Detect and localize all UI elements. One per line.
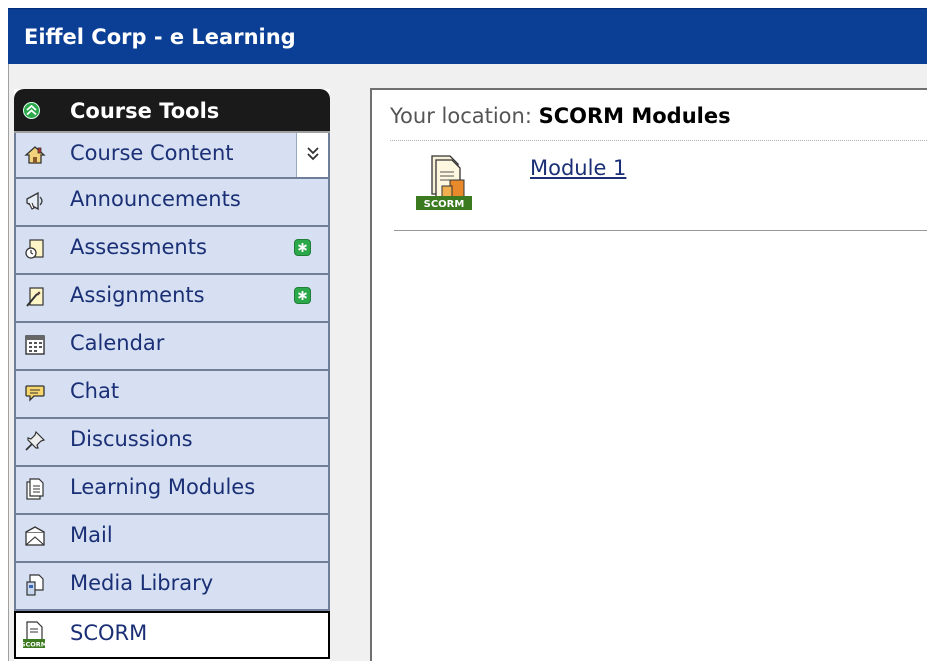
assignment-icon xyxy=(24,286,46,308)
sidebar-item-label: Chat xyxy=(70,379,120,403)
svg-text:SCORM: SCORM xyxy=(22,641,47,649)
sidebar-item-label: Mail xyxy=(70,523,113,547)
course-tools-sidebar: Course Tools Course Content Announcement… xyxy=(14,89,330,669)
collapse-chevron-icon[interactable] xyxy=(23,102,40,119)
sidebar-item-label: Assignments xyxy=(70,283,205,307)
sidebar-item-scorm[interactable]: SCORM SCORM xyxy=(14,611,330,659)
sidebar-item-label: SCORM xyxy=(70,621,148,645)
document-icon xyxy=(24,478,46,500)
new-badge-icon xyxy=(294,287,311,304)
divider xyxy=(394,230,927,231)
sidebar-item-learning-modules[interactable]: Learning Modules xyxy=(14,467,330,515)
course-tools-title: Course Tools xyxy=(70,99,220,123)
sidebar-item-assignments[interactable]: Assignments xyxy=(14,275,330,323)
location-prefix: Your location: xyxy=(390,104,532,128)
sidebar-item-mail[interactable]: Mail xyxy=(14,515,330,563)
sidebar-item-label: Calendar xyxy=(70,331,165,355)
app-title: Eiffel Corp - e Learning xyxy=(24,25,296,49)
sidebar-item-label: Announcements xyxy=(70,187,241,211)
pushpin-icon xyxy=(24,430,46,452)
divider xyxy=(390,140,927,141)
breadcrumb: Your location: SCORM Modules xyxy=(390,104,731,128)
scorm-label-text: SCORM xyxy=(424,199,465,210)
sidebar-item-chat[interactable]: Chat xyxy=(14,371,330,419)
sidebar-item-label: Assessments xyxy=(70,235,207,259)
sidebar-item-calendar[interactable]: Calendar xyxy=(14,323,330,371)
sidebar-item-course-content[interactable]: Course Content xyxy=(14,133,330,179)
sidebar-item-announcements[interactable]: Announcements xyxy=(14,179,330,227)
main-panel: Your location: SCORM Modules SCORM Modul… xyxy=(370,88,927,661)
sidebar-item-label: Learning Modules xyxy=(70,475,256,499)
chat-bubble-icon xyxy=(24,382,46,404)
home-icon xyxy=(24,144,46,166)
location-value: SCORM Modules xyxy=(538,104,731,128)
sidebar-item-label: Course Content xyxy=(70,141,234,165)
envelope-icon xyxy=(24,526,46,548)
scorm-module-icon[interactable]: SCORM xyxy=(412,154,492,214)
sidebar-item-label: Discussions xyxy=(70,427,193,451)
new-badge-icon xyxy=(294,239,311,256)
expand-button[interactable] xyxy=(296,133,328,177)
sidebar-item-assessments[interactable]: Assessments xyxy=(14,227,330,275)
sidebar-item-media-library[interactable]: Media Library xyxy=(14,563,330,611)
module-link[interactable]: Module 1 xyxy=(530,156,626,180)
sidebar-item-discussions[interactable]: Discussions xyxy=(14,419,330,467)
course-tools-header[interactable]: Course Tools xyxy=(14,89,330,133)
scorm-icon: SCORM xyxy=(21,621,48,649)
assessment-icon xyxy=(24,238,46,260)
calendar-icon xyxy=(24,334,46,356)
media-library-icon xyxy=(24,574,46,596)
title-bar: Eiffel Corp - e Learning xyxy=(8,8,927,64)
megaphone-icon xyxy=(24,190,46,212)
sidebar-item-label: Media Library xyxy=(70,571,214,595)
